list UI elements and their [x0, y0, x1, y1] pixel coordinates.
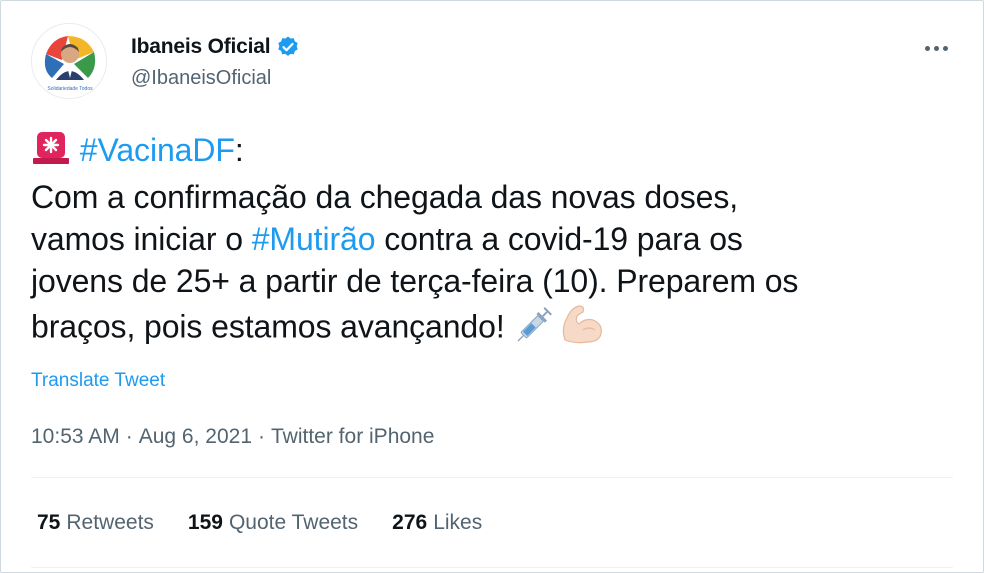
quote-tweets-stat[interactable]: 159 Quote Tweets [188, 511, 358, 535]
avatar-caption: Solidariedade Todos [47, 86, 93, 92]
tweet-time[interactable]: 10:53 AM [31, 425, 120, 448]
tweet-header: Solidariedade Todos Ibaneis Oficial @Iba… [31, 23, 959, 103]
tweet-line-3: vamos iniciar o #Mutirão contra a covid-… [31, 218, 961, 260]
likes-label: Likes [433, 511, 483, 534]
likes-stat[interactable]: 276 Likes [392, 511, 482, 535]
hashtag-mutirao[interactable]: #Mutirão [252, 221, 376, 257]
retweets-label: Retweets [66, 511, 154, 534]
tweet-line-3-start: vamos iniciar o [31, 220, 252, 257]
verified-badge-icon [276, 35, 300, 59]
tweet-card: Solidariedade Todos Ibaneis Oficial @Iba… [0, 0, 984, 573]
tweet-line-3-end: contra a covid-19 para os [375, 220, 743, 257]
quote-tweets-label: Quote Tweets [228, 511, 359, 534]
tweet-source[interactable]: Twitter for iPhone [271, 425, 434, 448]
flexed-biceps-icon [557, 302, 605, 356]
quote-tweets-count: 159 [187, 511, 223, 534]
hashtag-vacinadf[interactable]: #VacinaDF [80, 132, 235, 168]
tweet-stats: 75 Retweets 159 Quote Tweets 276 Likes [37, 511, 482, 535]
meta-separator: · [125, 425, 133, 448]
rotating-light-icon [31, 130, 71, 176]
author-names: Ibaneis Oficial @IbaneisOficial [131, 35, 300, 90]
divider [31, 477, 953, 478]
tweet-line-5-text: braços, pois estamos avançando! [31, 308, 514, 344]
tweet-date[interactable]: Aug 6, 2021 [139, 425, 252, 448]
tweet-line-4: jovens de 25+ a partir de terça-feira (1… [31, 262, 799, 299]
translate-tweet-link[interactable]: Translate Tweet [31, 370, 165, 392]
author-display-name[interactable]: Ibaneis Oficial [131, 35, 271, 59]
tweet-line-1: #VacinaDF: [31, 129, 961, 176]
syringe-icon [513, 304, 557, 354]
more-options-icon[interactable] [919, 33, 953, 63]
author-handle[interactable]: @IbaneisOficial [131, 67, 300, 90]
tweet-text: #VacinaDF: Com a confirmação da chegada … [31, 129, 961, 356]
retweets-count: 75 [37, 511, 61, 534]
tweet-line-5: braços, pois estamos avançando! [31, 302, 961, 356]
likes-count: 276 [392, 511, 428, 534]
avatar-image: Solidariedade Todos [32, 24, 106, 98]
tweet-line-2: Com a confirmação da chegada das novas d… [31, 178, 739, 215]
divider [31, 567, 953, 568]
retweets-stat[interactable]: 75 Retweets [37, 511, 154, 535]
avatar[interactable]: Solidariedade Todos [31, 23, 107, 99]
tweet-meta: 10:53 AM · Aug 6, 2021 · Twitter for iPhone [31, 425, 434, 449]
colon-text: : [234, 132, 244, 168]
meta-separator: · [258, 425, 265, 448]
